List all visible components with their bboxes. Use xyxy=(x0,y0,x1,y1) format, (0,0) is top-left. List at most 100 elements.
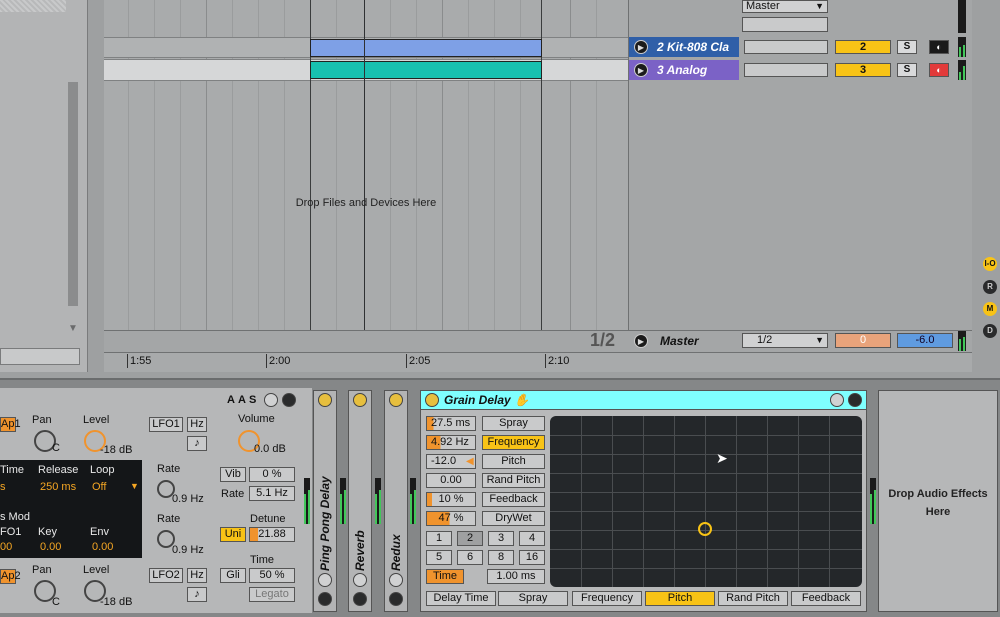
browser-search-input[interactable] xyxy=(0,348,80,365)
solo-button[interactable]: S xyxy=(897,63,917,77)
delay-num-4[interactable]: 4 xyxy=(519,531,545,546)
play-icon[interactable]: ▶ xyxy=(634,334,648,348)
hot-swap-icon[interactable] xyxy=(389,573,403,587)
returns-toggle[interactable]: R xyxy=(983,280,997,294)
frequency-button[interactable]: Frequency xyxy=(482,435,545,450)
device-power-icon[interactable] xyxy=(353,393,367,407)
playhead xyxy=(364,0,365,330)
browser-scrollbar[interactable] xyxy=(68,82,78,306)
save-icon[interactable] xyxy=(282,393,296,407)
delay-num-5[interactable]: 5 xyxy=(426,550,452,565)
xy-y-pitch[interactable]: Pitch xyxy=(645,591,715,606)
pitch-button[interactable]: Pitch xyxy=(482,454,545,469)
lfo2-button[interactable]: LFO2 xyxy=(149,568,183,583)
synth-header-s[interactable]: S xyxy=(249,394,256,406)
spray-value[interactable]: 27.5 ms xyxy=(426,416,476,431)
detune-value[interactable]: 21.88 xyxy=(249,527,295,542)
lfo1-hz-button[interactable]: Hz xyxy=(187,417,207,432)
hot-swap-icon[interactable] xyxy=(264,393,278,407)
env-value[interactable]: 0.00 xyxy=(92,541,113,553)
delay-num-2[interactable]: 2 xyxy=(457,531,483,546)
save-icon[interactable] xyxy=(389,592,403,606)
hot-swap-icon[interactable] xyxy=(353,573,367,587)
vib-value[interactable]: 0 % xyxy=(249,467,295,482)
xy-pad[interactable] xyxy=(550,416,862,587)
rate-value[interactable]: 5.1 Hz xyxy=(249,486,295,501)
master-volume[interactable]: 0 xyxy=(835,333,891,348)
lfo1-mod-value[interactable]: 00 xyxy=(0,541,12,553)
track-input-box[interactable] xyxy=(744,63,828,77)
save-icon[interactable] xyxy=(848,393,862,407)
release-label: Release xyxy=(38,464,79,476)
release-value[interactable]: 250 ms xyxy=(40,481,76,493)
arm-icon[interactable]: ◐ xyxy=(929,63,949,77)
track-meter xyxy=(958,60,966,80)
gli-value[interactable]: 50 % xyxy=(249,568,295,583)
play-icon[interactable]: ▶ xyxy=(634,40,648,54)
xy-x-delay-time[interactable]: Delay Time xyxy=(426,591,496,606)
solo-button[interactable]: S xyxy=(897,40,917,54)
device-power-icon[interactable] xyxy=(425,393,439,407)
io-toggle[interactable]: I-O xyxy=(983,257,997,271)
xy-y-rand-pitch[interactable]: Rand Pitch xyxy=(718,591,788,606)
device-power-icon[interactable] xyxy=(389,393,403,407)
loop-value[interactable]: Off xyxy=(92,481,106,493)
time-ruler[interactable] xyxy=(104,352,972,372)
rand-pitch-button[interactable]: Rand Pitch xyxy=(482,473,545,488)
delay-num-3[interactable]: 3 xyxy=(488,531,514,546)
legato-button[interactable]: Legato xyxy=(249,587,295,602)
output-channel-select[interactable] xyxy=(742,17,828,32)
delay-num-6[interactable]: 6 xyxy=(457,550,483,565)
note-icon[interactable]: ♪ xyxy=(187,587,207,602)
synth-header-a2[interactable]: A xyxy=(238,394,246,406)
lfo2-hz-button[interactable]: Hz xyxy=(187,568,207,583)
drywet-value[interactable]: 47 % xyxy=(426,511,476,526)
time-button[interactable]: Time xyxy=(426,569,464,584)
key-value[interactable]: 0.00 xyxy=(40,541,61,553)
xy-y-frequency[interactable]: Frequency xyxy=(572,591,642,606)
clip-analog[interactable] xyxy=(310,61,542,79)
xy-y-spray[interactable]: Spray xyxy=(498,591,568,606)
delay-num-16[interactable]: 16 xyxy=(519,550,545,565)
vib-button[interactable]: Vib xyxy=(220,467,246,482)
spray-button[interactable]: Spray xyxy=(482,416,545,431)
delay-toggle[interactable]: D xyxy=(983,324,997,338)
synth-header-a[interactable]: A xyxy=(227,394,235,406)
play-icon[interactable]: ▶ xyxy=(634,63,648,77)
device-power-icon[interactable] xyxy=(318,393,332,407)
delay-time-value[interactable]: 1.00 ms xyxy=(487,569,545,584)
clip-kit[interactable] xyxy=(310,39,542,57)
pan1-value: C xyxy=(52,442,60,454)
feedback-value[interactable]: 10 % xyxy=(426,492,476,507)
ap2-toggle[interactable]: Ap2 xyxy=(0,569,21,584)
level2-value: -18 dB xyxy=(100,596,133,608)
output-select[interactable]: Master ▼ xyxy=(742,0,828,13)
feedback-button[interactable]: Feedback xyxy=(482,492,545,507)
hot-swap-icon[interactable] xyxy=(830,393,844,407)
quantize-select[interactable]: 1/2 ▼ xyxy=(742,333,828,348)
frequency-value[interactable]: 4.92 Hz xyxy=(426,435,476,450)
uni-button[interactable]: Uni xyxy=(220,527,246,542)
track-number[interactable]: 2 xyxy=(835,40,891,54)
xy-y-feedback[interactable]: Feedback xyxy=(791,591,861,606)
drywet-button[interactable]: DryWet xyxy=(482,511,545,526)
hot-swap-icon[interactable] xyxy=(318,573,332,587)
rand-pitch-value[interactable]: 0.00 xyxy=(426,473,476,488)
note-icon[interactable]: ♪ xyxy=(187,436,207,451)
delay-num-1[interactable]: 1 xyxy=(426,531,452,546)
master-pan[interactable]: -6.0 xyxy=(897,333,953,348)
cursor-icon: ➤ xyxy=(716,450,728,466)
delay-num-8[interactable]: 8 xyxy=(488,550,514,565)
mixer-toggle[interactable]: M xyxy=(983,302,997,316)
save-icon[interactable] xyxy=(353,592,367,606)
xy-point[interactable] xyxy=(698,522,712,536)
ap1-toggle[interactable]: Ap1 xyxy=(0,417,21,432)
track-input-box[interactable] xyxy=(744,40,828,54)
lfo1-button[interactable]: LFO1 xyxy=(149,417,183,432)
scroll-down-icon[interactable]: ▼ xyxy=(68,323,78,334)
arm-icon[interactable]: ◐ xyxy=(929,40,949,54)
save-icon[interactable] xyxy=(318,592,332,606)
gli-button[interactable]: Gli xyxy=(220,568,246,583)
track-number[interactable]: 3 xyxy=(835,63,891,77)
time-value[interactable]: s xyxy=(0,481,6,493)
